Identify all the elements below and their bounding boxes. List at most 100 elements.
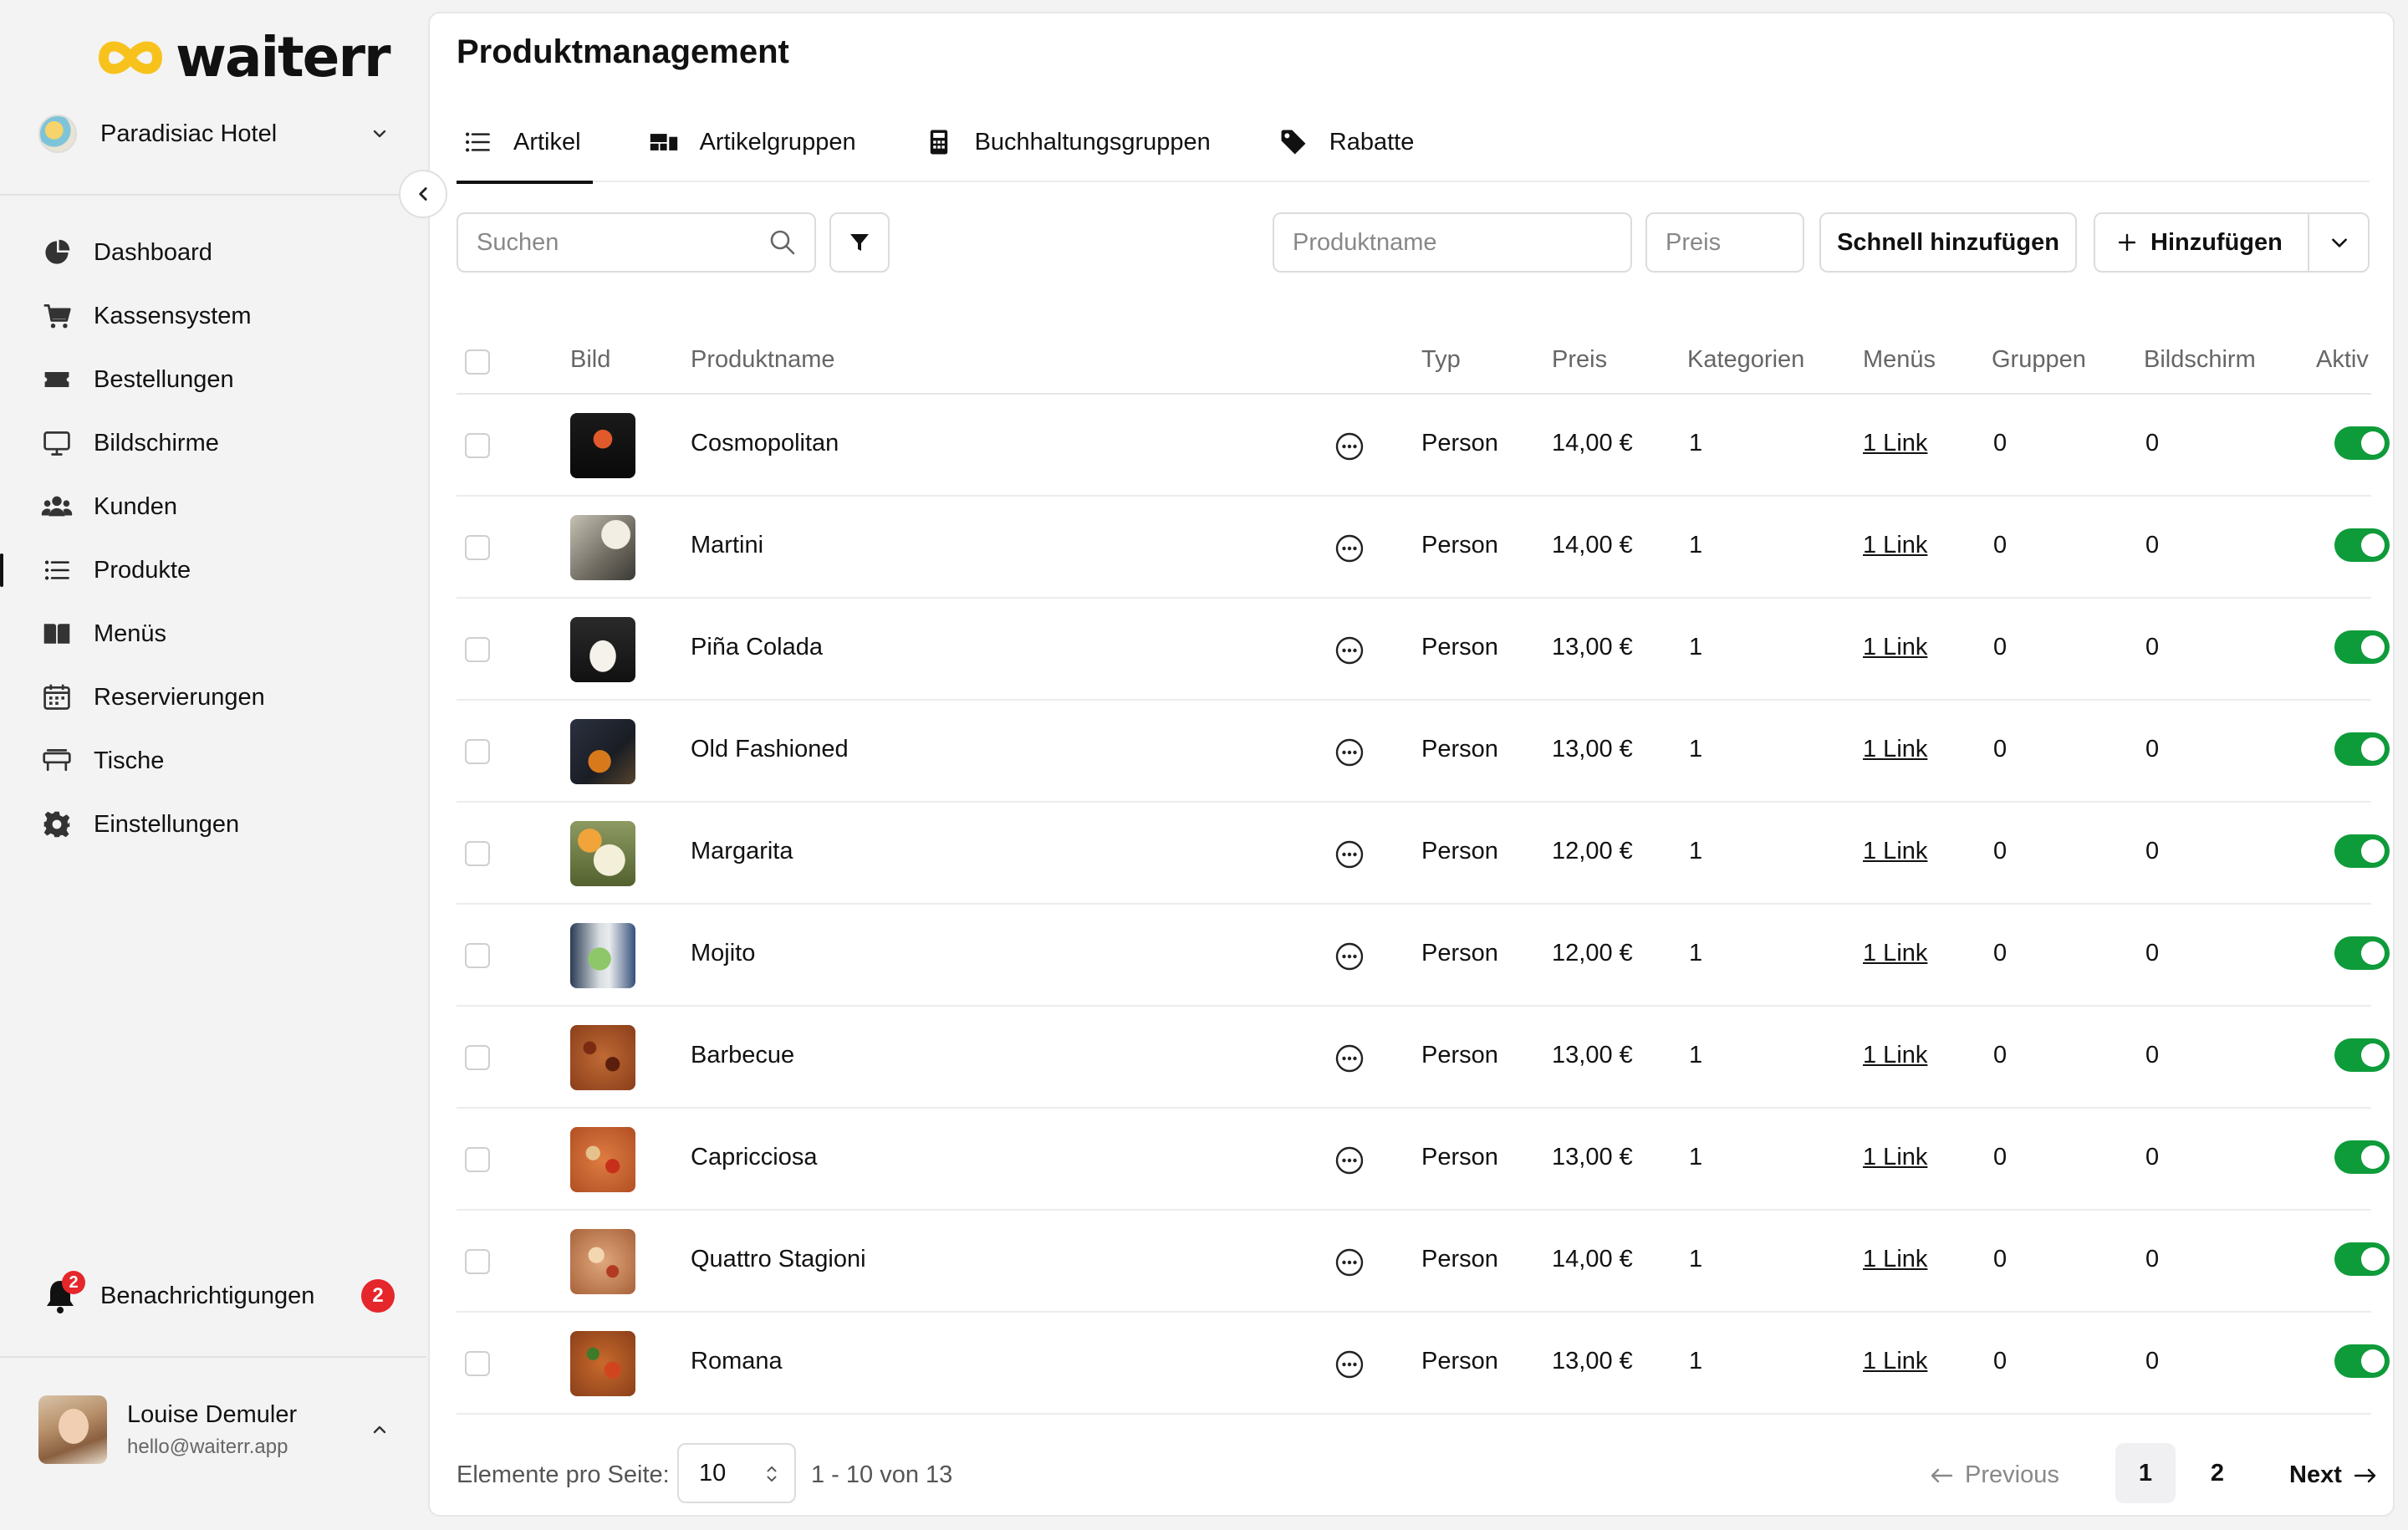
table-row[interactable]: Cosmopolitan Person 14,00 € 1 1 Link 0 0 [457,395,2390,497]
search-input[interactable] [457,212,816,273]
page-button-1[interactable]: 1 [2115,1443,2176,1503]
tab-rabatte[interactable]: Rabatte [1273,102,1420,182]
row-checkbox[interactable] [465,739,490,764]
next-button[interactable]: Next [2289,1461,2377,1489]
product-image[interactable] [570,1229,635,1294]
row-checkbox[interactable] [465,433,490,458]
row-checkbox[interactable] [465,637,490,662]
product-menus-link[interactable]: 1 Link [1863,1144,1927,1171]
sidebar-item-tische[interactable]: Tische [0,729,426,793]
active-toggle[interactable] [2334,936,2390,970]
product-menus-link[interactable]: 1 Link [1863,532,1927,559]
product-name[interactable]: Piña Colada [691,634,823,661]
product-name[interactable]: Mojito [691,940,755,967]
collapse-sidebar-button[interactable] [399,170,447,218]
product-menus-link[interactable]: 1 Link [1863,634,1927,661]
sidebar-item-kassensystem[interactable]: Kassensystem [0,284,426,348]
row-checkbox[interactable] [465,1249,490,1274]
page-button-2[interactable]: 2 [2187,1443,2247,1503]
header-groups[interactable]: Gruppen [1992,346,2086,374]
header-type[interactable]: Typ [1421,346,1461,374]
product-image[interactable] [570,515,635,580]
product-name[interactable]: Capricciosa [691,1144,818,1171]
search-icon[interactable] [768,227,798,258]
sidebar-item-dashboard[interactable]: Dashboard [0,221,426,284]
active-toggle[interactable] [2334,1140,2390,1174]
sidebar-item-bildschirme[interactable]: Bildschirme [0,411,426,475]
sidebar-item-produkte[interactable]: Produkte [0,538,426,602]
row-checkbox[interactable] [465,1147,490,1172]
header-active[interactable]: Aktiv [2316,346,2369,374]
table-row[interactable]: Quattro Stagioni Person 14,00 € 1 1 Link 0 0 [457,1211,2390,1313]
sidebar-item-reservierungen[interactable]: Reservierungen [0,666,426,729]
more-options-icon[interactable] [1334,431,1365,462]
table-row[interactable]: Capricciosa Person 13,00 € 1 1 Link 0 0 [457,1109,2390,1211]
product-name[interactable]: Cosmopolitan [691,430,839,457]
add-options-dropdown[interactable] [2309,214,2370,271]
active-toggle[interactable] [2334,1242,2390,1276]
table-row[interactable]: Mojito Person 12,00 € 1 1 Link 0 0 [457,905,2390,1007]
product-name-input[interactable] [1273,212,1632,273]
more-options-icon[interactable] [1334,1043,1365,1074]
active-toggle[interactable] [2334,732,2390,766]
more-options-icon[interactable] [1334,737,1365,768]
row-checkbox[interactable] [465,1045,490,1070]
product-name[interactable]: Margarita [691,838,793,865]
tab-artikel[interactable]: Artikel [457,102,593,184]
more-options-icon[interactable] [1334,533,1365,564]
active-toggle[interactable] [2334,1344,2390,1378]
tab-buchhaltungsgruppen[interactable]: Buchhaltungsgruppen [918,102,1216,182]
product-image[interactable] [570,617,635,682]
header-menus[interactable]: Menüs [1863,346,1936,374]
select-all-checkbox[interactable] [465,349,490,375]
add-button[interactable]: Hinzufügen [2095,214,2308,271]
active-toggle[interactable] [2334,1038,2390,1072]
product-image[interactable] [570,719,635,784]
active-toggle[interactable] [2334,630,2390,664]
sidebar-item-kunden[interactable]: Kunden [0,475,426,538]
product-menus-link[interactable]: 1 Link [1863,940,1927,967]
header-price[interactable]: Preis [1552,346,1607,374]
header-name[interactable]: Produktname [691,346,835,374]
product-name[interactable]: Barbecue [691,1042,794,1069]
quick-add-button[interactable]: Schnell hinzufügen [1819,212,2077,273]
table-row[interactable]: Margarita Person 12,00 € 1 1 Link 0 0 [457,803,2390,905]
active-toggle[interactable] [2334,528,2390,562]
row-checkbox[interactable] [465,1351,490,1376]
product-menus-link[interactable]: 1 Link [1863,1246,1927,1273]
per-page-select[interactable]: 10 [677,1443,796,1503]
more-options-icon[interactable] [1334,941,1365,972]
product-name[interactable]: Romana [691,1348,783,1375]
product-image[interactable] [570,1025,635,1090]
product-menus-link[interactable]: 1 Link [1863,838,1927,865]
table-row[interactable]: Martini Person 14,00 € 1 1 Link 0 0 [457,497,2390,599]
header-categories[interactable]: Kategorien [1687,346,1804,374]
row-checkbox[interactable] [465,841,490,866]
table-row[interactable]: Romana Person 13,00 € 1 1 Link 0 0 [457,1313,2390,1415]
tab-artikelgruppen[interactable]: Artikelgruppen [643,102,861,182]
more-options-icon[interactable] [1334,1145,1365,1176]
product-menus-link[interactable]: 1 Link [1863,430,1927,457]
hotel-selector[interactable]: Paradisiac Hotel [38,112,390,156]
product-menus-link[interactable]: 1 Link [1863,1348,1927,1375]
price-input[interactable] [1645,212,1804,273]
sidebar-item-einstellungen[interactable]: Einstellungen [0,793,426,856]
product-image[interactable] [570,821,635,886]
product-image[interactable] [570,923,635,988]
table-row[interactable]: Piña Colada Person 13,00 € 1 1 Link 0 0 [457,599,2390,701]
logo[interactable]: waiterr [97,27,391,89]
row-checkbox[interactable] [465,943,490,968]
product-menus-link[interactable]: 1 Link [1863,1042,1927,1069]
sidebar-item-bestellungen[interactable]: Bestellungen [0,348,426,411]
product-image[interactable] [570,1127,635,1192]
more-options-icon[interactable] [1334,635,1365,666]
table-row[interactable]: Old Fashioned Person 13,00 € 1 1 Link 0 0 [457,701,2390,803]
active-toggle[interactable] [2334,426,2390,460]
more-options-icon[interactable] [1334,1247,1365,1278]
active-toggle[interactable] [2334,834,2390,868]
filter-button[interactable] [829,212,890,273]
previous-button[interactable]: Previous [1930,1461,2059,1489]
sidebar-item-men-s[interactable]: Menüs [0,602,426,666]
product-image[interactable] [570,413,635,478]
more-options-icon[interactable] [1334,839,1365,870]
